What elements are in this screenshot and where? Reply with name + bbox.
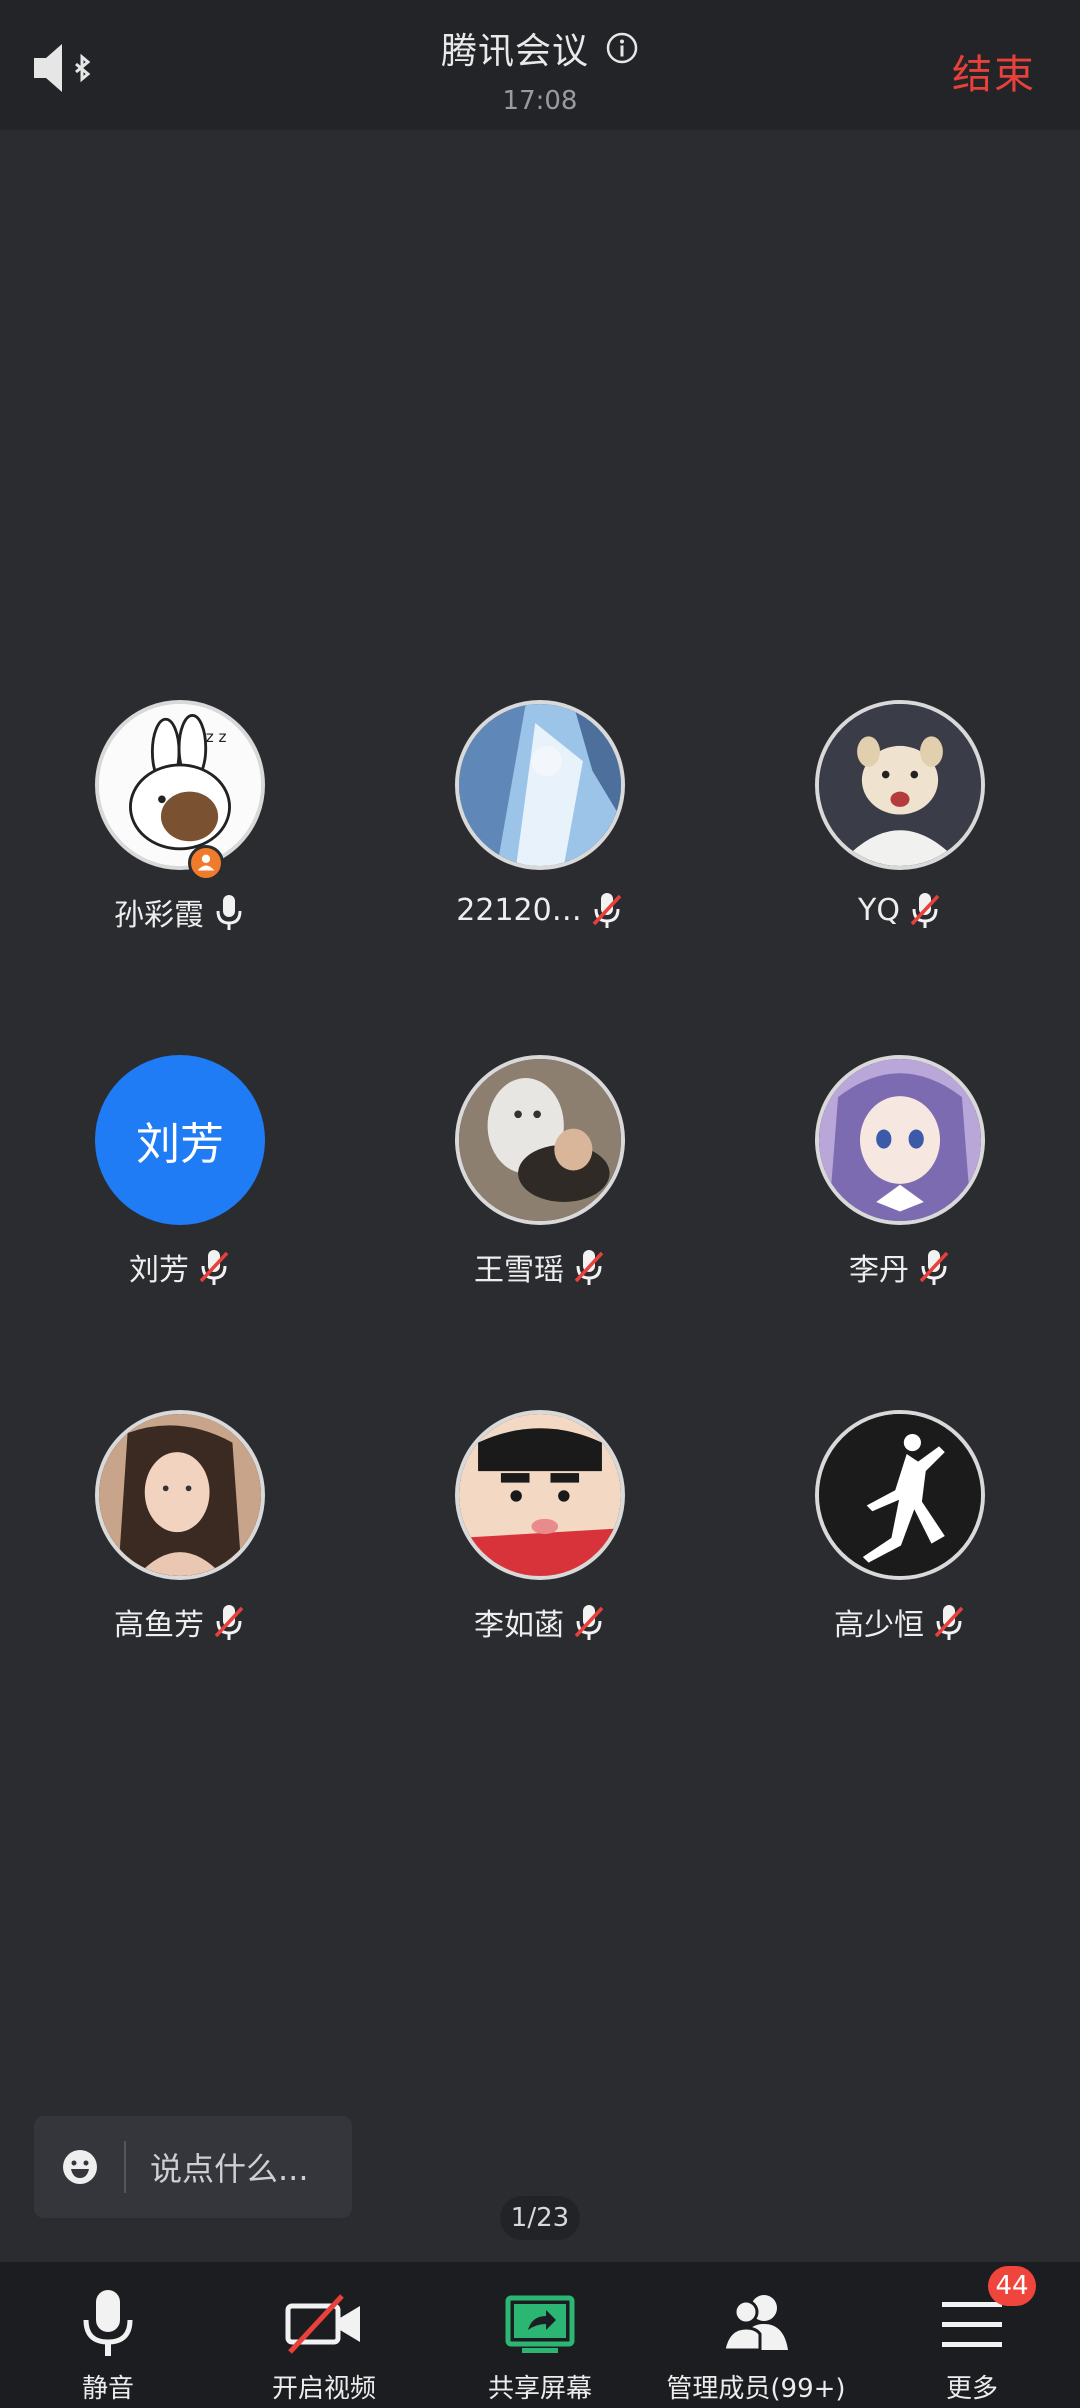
members-label: 管理成员(99+) xyxy=(666,2374,846,2404)
avatar xyxy=(455,1410,625,1580)
participant-tile[interactable]: z z 孙彩霞 xyxy=(30,700,330,960)
share-label: 共享屏幕 xyxy=(487,2374,592,2404)
video-label: 开启视频 xyxy=(271,2374,376,2404)
end-meeting-button[interactable]: 结束 xyxy=(952,42,1036,100)
microphone-muted-icon xyxy=(908,890,942,930)
microphone-muted-icon xyxy=(197,1247,231,1287)
more-label: 更多 xyxy=(945,2374,998,2404)
start-video-button[interactable]: 开启视频 xyxy=(216,2262,432,2408)
chat-input[interactable]: 说点什么... xyxy=(34,2116,352,2218)
participant-name: 李如菡 xyxy=(474,1608,564,1643)
avatar xyxy=(455,1055,625,1225)
microphone-muted-icon xyxy=(917,1247,951,1287)
bottom-toolbar: 静音 开启视频 共享屏幕 管理成员(99+) 更多 44 xyxy=(0,2262,1080,2408)
meeting-screen: 腾讯会议 17:08 结束 z z 孙彩霞 22120… YQ 刘芳 刘芳 王雪… xyxy=(0,0,1080,2408)
avatar xyxy=(815,700,985,870)
microphone-icon xyxy=(68,2286,148,2362)
participant-tile[interactable]: 李丹 xyxy=(750,1055,1050,1315)
mute-button[interactable]: 静音 xyxy=(0,2262,216,2408)
chat-divider xyxy=(124,2141,126,2193)
chat-placeholder[interactable]: 说点什么... xyxy=(150,2144,309,2190)
info-icon[interactable] xyxy=(605,31,639,65)
svg-text:z z: z z xyxy=(206,728,227,746)
avatar-initials: 刘芳 xyxy=(136,1119,224,1170)
participant-name: 22120… xyxy=(456,892,582,928)
video-off-icon xyxy=(284,2286,364,2362)
participant-name: YQ xyxy=(858,892,900,928)
more-button[interactable]: 更多 44 xyxy=(864,2262,1080,2408)
microphone-muted-icon xyxy=(572,1602,606,1642)
microphone-muted-icon xyxy=(572,1247,606,1287)
participant-name: 王雪瑶 xyxy=(474,1253,564,1288)
participant-tile[interactable]: 李如菡 xyxy=(390,1410,690,1670)
participant-name: 孙彩霞 xyxy=(114,898,204,933)
avatar: z z xyxy=(95,700,265,870)
avatar: 刘芳 xyxy=(95,1055,265,1225)
participant-tile[interactable]: 刘芳 刘芳 xyxy=(30,1055,330,1315)
share-screen-icon xyxy=(500,2286,580,2362)
avatar xyxy=(95,1410,265,1580)
top-bar: 腾讯会议 17:08 结束 xyxy=(0,0,1080,130)
microphone-muted-icon xyxy=(932,1602,966,1642)
participant-name: 高少恒 xyxy=(834,1608,924,1643)
participant-name: 高鱼芳 xyxy=(114,1608,204,1643)
manage-members-button[interactable]: 管理成员(99+) xyxy=(648,2262,864,2408)
avatar xyxy=(815,1055,985,1225)
emoji-icon[interactable] xyxy=(60,2147,100,2187)
mute-label: 静音 xyxy=(81,2374,134,2404)
page-indicator: 1/23 xyxy=(500,2196,580,2240)
members-icon xyxy=(716,2286,796,2362)
meeting-title-area: 腾讯会议 17:08 xyxy=(0,22,1080,116)
meeting-time: 17:08 xyxy=(502,86,578,116)
participant-tile[interactable]: 高少恒 xyxy=(750,1410,1050,1670)
microphone-muted-icon xyxy=(212,1602,246,1642)
participant-name: 刘芳 xyxy=(129,1253,189,1288)
participant-tile[interactable]: 22120… xyxy=(390,700,690,960)
avatar xyxy=(455,700,625,870)
participant-tile[interactable]: 王雪瑶 xyxy=(390,1055,690,1315)
participant-name: 李丹 xyxy=(849,1253,909,1288)
participant-tile[interactable]: 高鱼芳 xyxy=(30,1410,330,1670)
share-screen-button[interactable]: 共享屏幕 xyxy=(432,2262,648,2408)
notification-badge: 44 xyxy=(988,2266,1036,2306)
meeting-title[interactable]: 腾讯会议 xyxy=(441,22,589,74)
avatar xyxy=(815,1410,985,1580)
host-badge-icon xyxy=(188,845,224,881)
microphone-muted-icon xyxy=(590,890,624,930)
microphone-on-icon xyxy=(212,892,246,932)
participant-tile[interactable]: YQ xyxy=(750,700,1050,960)
